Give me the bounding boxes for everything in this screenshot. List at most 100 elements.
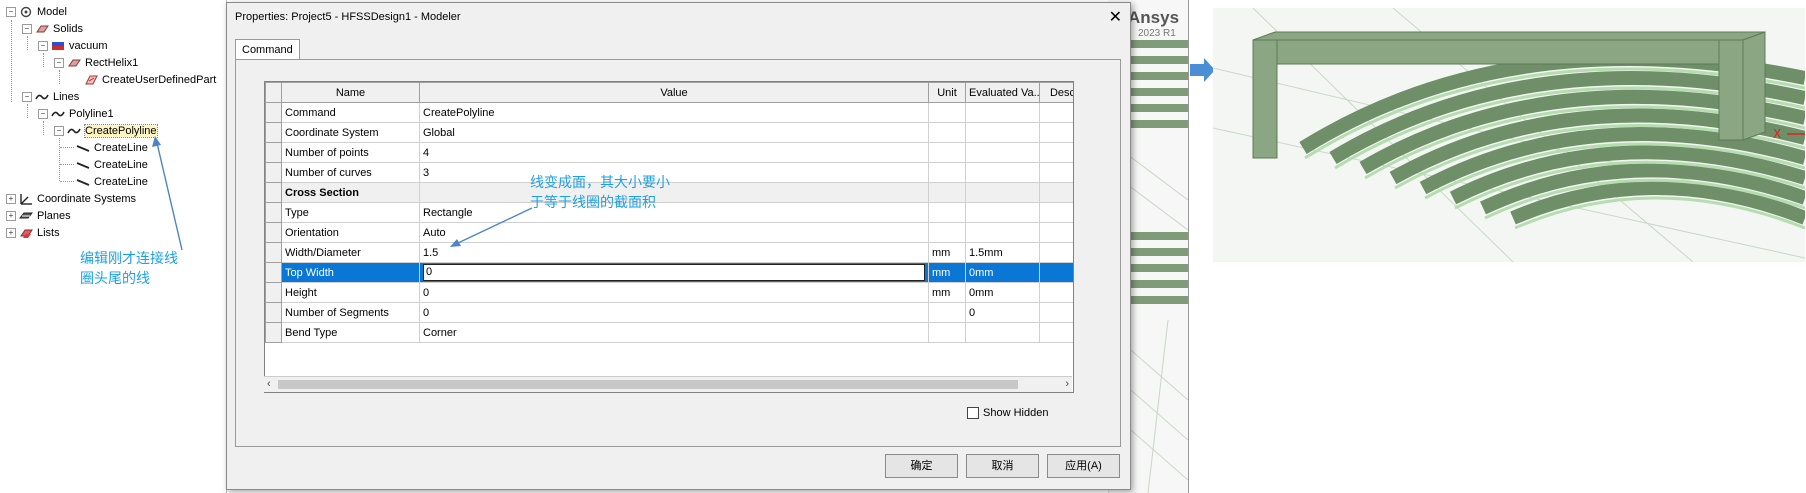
property-evaluated	[965, 182, 1040, 203]
property-row[interactable]: Command CreatePolyline	[265, 102, 1073, 123]
show-hidden-label: Show Hidden	[983, 407, 1049, 419]
property-description	[1039, 322, 1073, 343]
property-row[interactable]: Number of points 4	[265, 142, 1073, 163]
property-description	[1039, 242, 1073, 263]
property-row[interactable]: Coordinate System Global	[265, 122, 1073, 143]
empty-cell	[966, 343, 1040, 363]
row-header[interactable]	[265, 242, 282, 263]
property-row[interactable]: Width/Diameter 1.5 mm 1.5mm	[265, 242, 1073, 263]
row-header[interactable]	[265, 282, 282, 303]
property-row[interactable]: Bend Type Corner	[265, 322, 1073, 343]
property-name: Bend Type	[281, 322, 420, 343]
row-header[interactable]	[265, 202, 282, 223]
close-icon[interactable]: ✕	[1109, 7, 1122, 27]
property-name: Orientation	[281, 222, 420, 243]
property-description	[1039, 262, 1073, 283]
annotation-text: 线变成面，其大小要小	[530, 174, 670, 190]
row-header[interactable]	[265, 322, 282, 343]
column-header-evaluated[interactable]: Evaluated Va...	[965, 82, 1040, 103]
property-value[interactable]: 1.5	[419, 242, 929, 263]
row-header[interactable]	[265, 122, 282, 143]
ok-button[interactable]: 确定	[885, 454, 958, 478]
property-value[interactable]: 0	[419, 302, 929, 323]
property-value[interactable]: 0	[419, 262, 929, 283]
scroll-thumb[interactable]	[278, 380, 1018, 389]
property-unit[interactable]	[928, 162, 966, 183]
row-header[interactable]	[265, 142, 282, 163]
property-unit[interactable]: mm	[928, 282, 966, 303]
dialog-title: Properties: Project5 - HFSSDesign1 - Mod…	[235, 11, 461, 23]
property-unit[interactable]	[928, 302, 966, 323]
property-value[interactable]: 3	[419, 162, 929, 183]
property-unit[interactable]	[928, 202, 966, 223]
property-unit[interactable]	[928, 102, 966, 123]
property-value[interactable]	[419, 182, 929, 203]
property-evaluated	[965, 202, 1040, 223]
property-evaluated	[965, 102, 1040, 123]
empty-cell	[420, 343, 929, 363]
apply-button[interactable]: 应用(A)	[1047, 454, 1120, 478]
property-unit[interactable]: mm	[928, 242, 966, 263]
svg-text:X: X	[1773, 127, 1781, 141]
property-value[interactable]: Corner	[419, 322, 929, 343]
property-name: Cross Section	[281, 182, 420, 203]
property-unit[interactable]	[928, 122, 966, 143]
property-row[interactable]: Top Width 0 mm 0mm	[265, 262, 1073, 283]
column-header-description[interactable]: Desc	[1039, 82, 1073, 103]
property-description	[1039, 282, 1073, 303]
property-name: Type	[281, 202, 420, 223]
property-name: Width/Diameter	[281, 242, 420, 263]
row-header[interactable]	[265, 262, 282, 283]
property-evaluated: 0mm	[965, 262, 1040, 283]
row-header[interactable]	[265, 162, 282, 183]
property-unit[interactable]	[928, 142, 966, 163]
coil-3d-view[interactable]: X	[1213, 8, 1805, 262]
property-name: Coordinate System	[281, 122, 420, 143]
property-row[interactable]: Number of Segments 0 0	[265, 302, 1073, 323]
property-description	[1039, 122, 1073, 143]
scroll-left-icon[interactable]: ‹	[267, 377, 271, 392]
property-unit[interactable]	[928, 322, 966, 343]
property-unit[interactable]: mm	[928, 262, 966, 283]
tab-command[interactable]: Command	[235, 39, 300, 60]
property-row[interactable]: Height 0 mm 0mm	[265, 282, 1073, 303]
column-header-name[interactable]: Name	[281, 82, 420, 103]
property-unit[interactable]	[928, 182, 966, 203]
property-evaluated	[965, 122, 1040, 143]
property-grid[interactable]: Name Value Unit Evaluated Va... Desc Com…	[264, 81, 1074, 393]
empty-row	[266, 343, 1074, 363]
property-table: Name Value Unit Evaluated Va... Desc Com…	[265, 82, 1074, 363]
column-header-unit[interactable]: Unit	[928, 82, 966, 103]
property-value[interactable]: 0	[419, 282, 929, 303]
horizontal-scrollbar[interactable]: ‹ ›	[264, 376, 1072, 392]
property-value[interactable]: Rectangle	[419, 202, 929, 223]
scroll-right-icon[interactable]: ›	[1065, 377, 1069, 392]
row-header[interactable]	[265, 302, 282, 323]
property-description	[1039, 142, 1073, 163]
property-description	[1039, 102, 1073, 123]
value-edit-field[interactable]: 0	[423, 264, 925, 281]
property-value[interactable]: Auto	[419, 222, 929, 243]
property-evaluated	[965, 322, 1040, 343]
property-evaluated: 0mm	[965, 282, 1040, 303]
property-description	[1039, 202, 1073, 223]
property-value[interactable]: CreatePolyline	[419, 102, 929, 123]
property-value[interactable]: 4	[419, 142, 929, 163]
property-description	[1039, 182, 1073, 203]
property-unit[interactable]	[928, 222, 966, 243]
checkbox-box[interactable]	[967, 407, 979, 420]
row-header[interactable]	[265, 102, 282, 123]
show-hidden-checkbox[interactable]: Show Hidden	[967, 407, 1049, 420]
property-name: Top Width	[281, 262, 420, 283]
column-header-value[interactable]: Value	[419, 82, 929, 103]
row-header[interactable]	[265, 182, 282, 203]
property-description	[1039, 302, 1073, 323]
empty-cell	[1040, 343, 1074, 363]
property-row[interactable]: Orientation Auto	[265, 222, 1073, 243]
row-header[interactable]	[265, 222, 282, 243]
property-evaluated: 1.5mm	[965, 242, 1040, 263]
cancel-button[interactable]: 取消	[966, 454, 1039, 478]
property-value[interactable]: Global	[419, 122, 929, 143]
properties-dialog: Properties: Project5 - HFSSDesign1 - Mod…	[226, 2, 1131, 490]
property-name: Height	[281, 282, 420, 303]
